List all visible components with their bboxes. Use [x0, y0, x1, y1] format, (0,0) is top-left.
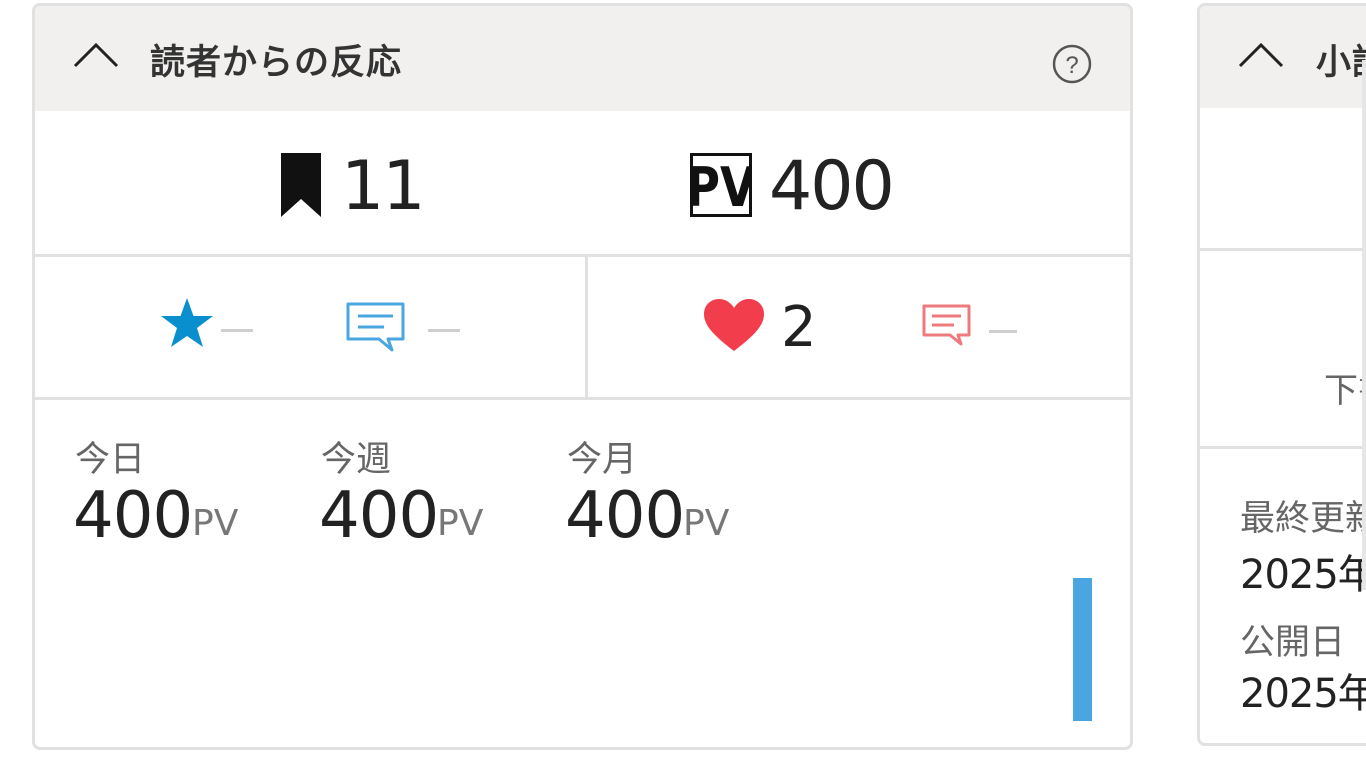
chevron-up-icon[interactable] [73, 42, 119, 68]
reaction-row: 2 [35, 254, 1130, 400]
svg-text:PV: PV [690, 155, 752, 217]
stat-label-week: 今週 [321, 440, 392, 480]
novel-row-mid: 下書 [1200, 251, 1366, 449]
bookmark-count: 11 [341, 147, 426, 226]
stat-unit-month: PV [683, 503, 730, 544]
stat-label-today: 今日 [75, 440, 146, 480]
published-label: 公開日 [1240, 623, 1346, 663]
panel-title: 読者からの反応 [150, 43, 403, 83]
last-updated-value: 2025年 [1240, 552, 1366, 598]
column-divider [585, 254, 588, 397]
published-value: 2025年 [1240, 671, 1366, 717]
like-count: 2 [781, 295, 817, 360]
stat-unit-today: PV [192, 503, 239, 544]
comment-icon[interactable] [922, 304, 972, 348]
novel-panel: 小説 下書 最終更新 2025年 公開日 2025年 [1197, 3, 1366, 746]
last-updated-label: 最終更新 [1240, 499, 1366, 539]
reactions-panel-header[interactable]: 読者からの反応 ? [35, 6, 1130, 111]
novel-row-top [1200, 108, 1366, 251]
comment-icon[interactable] [346, 302, 406, 354]
like-comment-count [989, 330, 1017, 333]
draft-label: 下書 [1324, 371, 1366, 411]
chevron-up-icon[interactable] [1238, 42, 1284, 68]
help-icon[interactable]: ? [1051, 43, 1093, 85]
stat-label-month: 今月 [567, 440, 638, 480]
heart-icon[interactable] [703, 298, 765, 352]
pv-icon: PV [690, 153, 752, 217]
panel-title: 小説 [1316, 43, 1366, 83]
totals-row: 11 PV 400 [35, 111, 1130, 257]
star-count [221, 329, 253, 332]
bookmark-icon [281, 153, 321, 217]
stat-unit-week: PV [437, 503, 484, 544]
novel-panel-header[interactable]: 小説 [1200, 6, 1366, 108]
pv-total: 400 [769, 147, 895, 226]
star-icon[interactable] [159, 296, 215, 352]
star-comment-count [428, 329, 460, 332]
reactions-panel: 読者からの反応 ? 11 PV 400 2 [32, 3, 1133, 750]
scrollbar[interactable] [1362, 60, 1366, 590]
stat-value-week: 400 [319, 479, 439, 553]
stat-value-today: 400 [73, 479, 193, 553]
stat-value-month: 400 [565, 479, 685, 553]
pv-bar [1073, 578, 1092, 721]
svg-text:?: ? [1065, 52, 1078, 79]
